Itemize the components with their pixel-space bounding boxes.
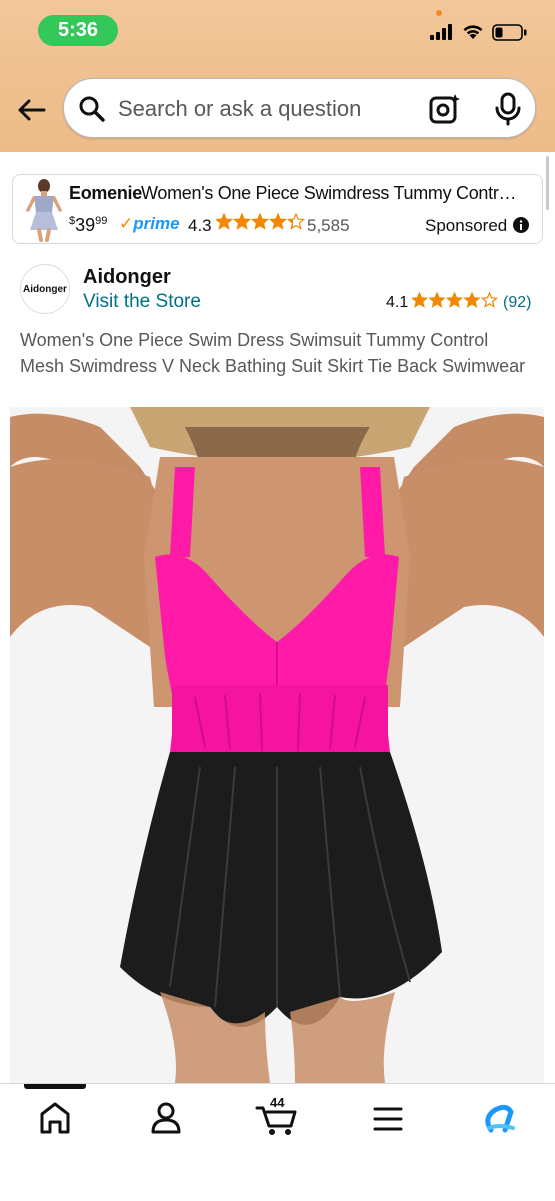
ad-title: Women's One Piece Swimdress Tummy Contro… <box>141 183 521 203</box>
cellular-signal-icon <box>430 24 452 40</box>
camera-lens-icon[interactable] <box>428 92 462 126</box>
info-icon[interactable] <box>513 217 529 233</box>
star-icon <box>286 213 306 230</box>
sponsored-ad-banner[interactable]: Eomenie Women's One Piece Swimdress Tumm… <box>12 174 543 244</box>
scrollbar[interactable] <box>546 156 549 210</box>
account-icon[interactable] <box>136 1098 196 1138</box>
product-image[interactable] <box>10 407 544 1083</box>
sponsored-label: Sponsored <box>425 216 508 235</box>
store-review-count[interactable]: (92) <box>503 294 531 312</box>
ad-price-whole: 39 <box>75 215 96 235</box>
microphone-icon[interactable] <box>494 92 522 126</box>
ad-review-count: 5,585 <box>307 216 350 235</box>
star-icon <box>250 213 270 230</box>
visit-store-link[interactable]: Visit the Store <box>83 291 201 313</box>
store-rating: 4.1 <box>386 294 409 311</box>
star-icon <box>412 292 429 308</box>
store-star-rating-icon[interactable] <box>412 292 500 312</box>
prime-check-icon: ✓ <box>119 214 134 233</box>
search-bar[interactable] <box>63 78 536 138</box>
wifi-icon <box>463 25 483 39</box>
ad-brand: Eomenie <box>69 183 142 203</box>
ad-rating: 4.3 <box>188 216 212 235</box>
search-icon <box>79 96 105 122</box>
nav-active-indicator <box>24 1084 86 1089</box>
rufus-icon[interactable] <box>469 1098 529 1138</box>
ad-product-thumbnail <box>26 179 62 242</box>
star-icon <box>480 292 499 308</box>
star-icon <box>463 292 481 308</box>
app-header: 5:36 <box>0 0 555 152</box>
star-icon <box>232 213 252 230</box>
status-bar: 5:36 <box>0 0 555 60</box>
cart-count-badge: 44 <box>270 1095 285 1110</box>
star-icon <box>268 213 288 230</box>
prime-label: prime <box>133 214 180 233</box>
back-arrow-icon[interactable] <box>14 92 50 128</box>
privacy-indicator <box>436 10 442 16</box>
menu-icon[interactable] <box>358 1098 418 1138</box>
store-logo[interactable]: Aidonger <box>20 264 70 314</box>
product-title: Women's One Piece Swim Dress Swimsuit Tu… <box>20 330 526 376</box>
star-icon <box>428 292 446 308</box>
ad-star-rating-icon <box>216 213 306 230</box>
battery-icon <box>492 24 527 41</box>
star-icon <box>445 292 464 308</box>
status-time: 5:36 <box>38 15 118 46</box>
star-icon <box>216 213 234 230</box>
home-icon[interactable] <box>25 1098 85 1138</box>
ad-price-fraction: 99 <box>95 215 108 227</box>
store-name: Aidonger <box>83 266 171 288</box>
prime-badge: ✓prime <box>119 214 180 234</box>
ad-price: $3999 <box>69 215 107 236</box>
search-input[interactable] <box>116 92 420 126</box>
